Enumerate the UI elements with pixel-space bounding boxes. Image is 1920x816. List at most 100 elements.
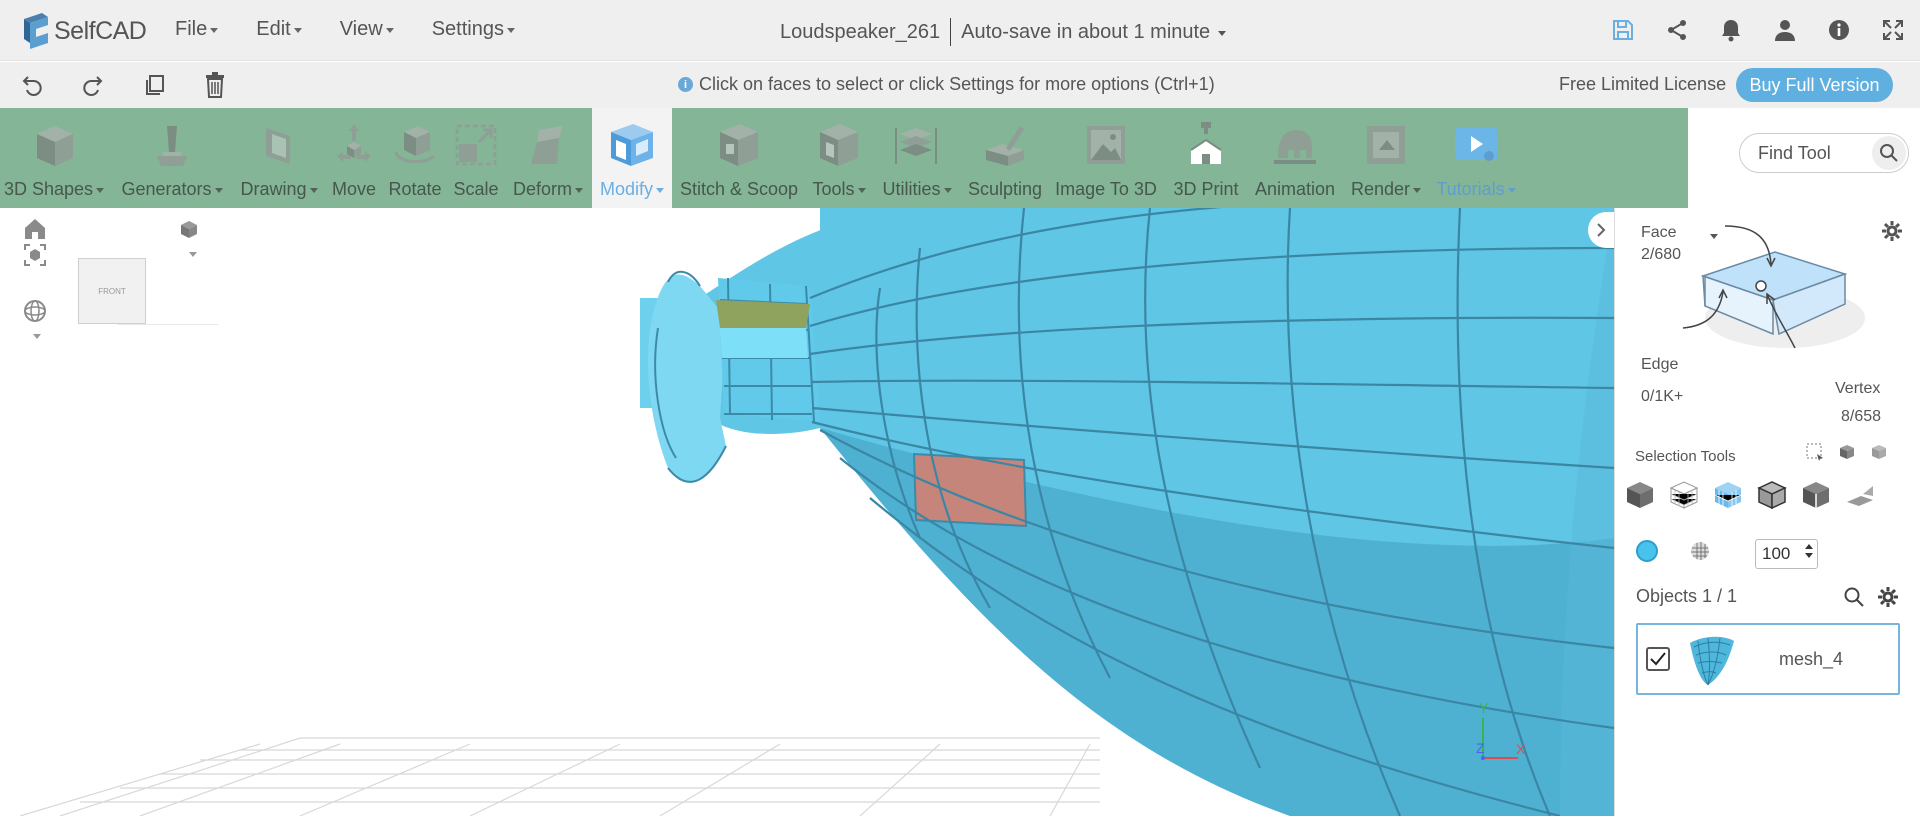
tool-drawing[interactable]: Drawing [236, 108, 322, 208]
tool-sculpting[interactable]: Sculpting [962, 108, 1048, 208]
tool-tutorials[interactable]: Tutorials [1430, 108, 1522, 208]
tool-label-image-to-3d: Image To 3D [1055, 179, 1157, 200]
object-visibility-checkbox[interactable] [1646, 647, 1670, 671]
tutorials-icon [1455, 128, 1497, 161]
undo-button[interactable] [18, 70, 48, 100]
objects-search-icon[interactable] [1843, 586, 1865, 608]
projection-icon[interactable] [176, 216, 202, 242]
hint-info-icon: i [678, 77, 693, 92]
mesh-thumbnail [1690, 636, 1734, 686]
selfcad-logo-icon [24, 13, 48, 49]
edge-select-icon[interactable] [1755, 478, 1789, 512]
document-title[interactable]: Loudspeaker_261 [780, 21, 940, 44]
loudspeaker-mesh[interactable] [640, 208, 1614, 816]
tool-rotate[interactable]: Rotate [384, 108, 446, 208]
wireframe-select-icon[interactable] [1667, 478, 1701, 512]
invert-select-icon[interactable] [1869, 442, 1889, 462]
find-tool-input[interactable]: Find Tool [1739, 133, 1909, 173]
box-select-icon[interactable] [1805, 442, 1825, 462]
selfcad-logo[interactable]: SelfCAD [20, 11, 147, 51]
vertex-mode-label[interactable]: Vertex [1835, 380, 1880, 398]
menu-settings[interactable]: Settings [432, 18, 515, 41]
chevron-down-icon [943, 188, 952, 193]
tool-label-generators: Generators [121, 179, 223, 200]
menu-edit-label: Edit [256, 18, 291, 40]
selection-settings-gear-icon[interactable] [1881, 220, 1903, 242]
chevron-right-icon [1597, 223, 1606, 237]
tool-render[interactable]: Render [1344, 108, 1428, 208]
tool-move[interactable]: Move [324, 108, 384, 208]
orbit-chevron-down-icon[interactable] [33, 334, 41, 339]
fullscreen-button[interactable] [1866, 12, 1920, 48]
vertex-select-icon[interactable] [1799, 478, 1833, 512]
chevron-down-icon [214, 188, 223, 193]
tool-label-drawing: Drawing [240, 179, 318, 200]
menu-file[interactable]: File [175, 18, 219, 41]
find-tool-search-button[interactable] [1872, 136, 1906, 170]
autosave-chevron-down-icon[interactable] [1218, 30, 1227, 36]
view-cube[interactable]: FRONT [78, 258, 146, 324]
menu-edit[interactable]: Edit [256, 18, 302, 41]
objects-count-label: Objects 1 / 1 [1636, 586, 1738, 606]
user-icon [1775, 20, 1795, 41]
face-mode-label[interactable]: Face [1641, 224, 1677, 242]
objects-settings-gear-icon[interactable] [1877, 586, 1899, 608]
edge-mode-label[interactable]: Edge [1641, 356, 1678, 374]
tool-image-to-3d[interactable]: Image To 3D [1050, 108, 1162, 208]
selection-mode-diagram[interactable] [1675, 218, 1865, 368]
projection-chevron-down-icon[interactable] [189, 252, 197, 257]
solid-select-icon[interactable] [1623, 478, 1657, 512]
find-tool-area: Find Tool [1688, 108, 1920, 208]
tool-tools[interactable]: Tools [806, 108, 872, 208]
redo-button[interactable] [77, 70, 107, 100]
cube-icon [37, 126, 73, 166]
scene-canvas[interactable]: Y Z X [0, 208, 1614, 816]
tool-label-text: Sculpting [967, 179, 1043, 199]
tool-deform[interactable]: Deform [506, 108, 590, 208]
buy-full-version-button[interactable]: Buy Full Version [1736, 68, 1893, 102]
3d-viewport[interactable]: Y Z X FRONT [0, 208, 1614, 816]
stepper-down-icon[interactable] [1805, 553, 1813, 558]
fit-view-icon[interactable] [22, 242, 48, 268]
tool-label-text: Tools [812, 179, 855, 199]
tool-animation[interactable]: Animation [1248, 108, 1342, 208]
plane-select-icon[interactable] [1843, 478, 1877, 512]
orbit-view-icon[interactable] [22, 298, 48, 324]
mesh-color-picker[interactable] [1636, 540, 1658, 562]
tool-generators[interactable]: Generators [116, 108, 228, 208]
tool-label-text: Move [331, 179, 376, 199]
tool-label-sculpting: Sculpting [968, 179, 1042, 200]
tool-label-rotate: Rotate [388, 179, 441, 200]
info-button[interactable] [1812, 12, 1866, 48]
home-view-icon[interactable] [22, 216, 48, 242]
tool-stitch-scoop[interactable]: Stitch & Scoop [674, 108, 804, 208]
copy-button[interactable] [140, 70, 170, 100]
notifications-button[interactable] [1704, 12, 1758, 48]
tool-label-scale: Scale [453, 179, 498, 200]
opacity-input[interactable]: 100 [1755, 539, 1818, 569]
bell-icon [1722, 20, 1740, 42]
tool-utilities[interactable]: Utilities [874, 108, 960, 208]
delete-button[interactable] [200, 70, 230, 100]
tool-3d-shapes[interactable]: 3D Shapes [0, 108, 108, 208]
account-button[interactable] [1758, 12, 1812, 48]
top-menu-bar: SelfCAD File Edit View Settings Loudspea… [0, 0, 1920, 61]
autosave-status[interactable]: Auto-save in about 1 minute [961, 21, 1210, 44]
save-button[interactable] [1596, 12, 1650, 48]
tool-3d-print[interactable]: 3D Print [1166, 108, 1246, 208]
texture-icon[interactable] [1689, 540, 1711, 562]
stepper-up-icon[interactable] [1805, 544, 1813, 549]
app-name: SelfCAD [54, 16, 147, 45]
select-all-icon[interactable] [1837, 442, 1857, 462]
share-button[interactable] [1650, 12, 1704, 48]
save-icon [1613, 20, 1633, 40]
tool-scale[interactable]: Scale [446, 108, 506, 208]
move-icon [337, 124, 371, 162]
tool-modify[interactable]: Modify [592, 108, 672, 208]
object-list-item[interactable]: mesh_4 [1636, 623, 1900, 695]
opacity-stepper[interactable] [1805, 544, 1813, 558]
tool-ribbon: 3D Shapes Generators Drawing Move Rotate… [0, 108, 1688, 208]
menu-view[interactable]: View [340, 18, 394, 41]
face-select-icon[interactable] [1711, 478, 1745, 512]
tool-label-text: Render [1350, 179, 1411, 199]
